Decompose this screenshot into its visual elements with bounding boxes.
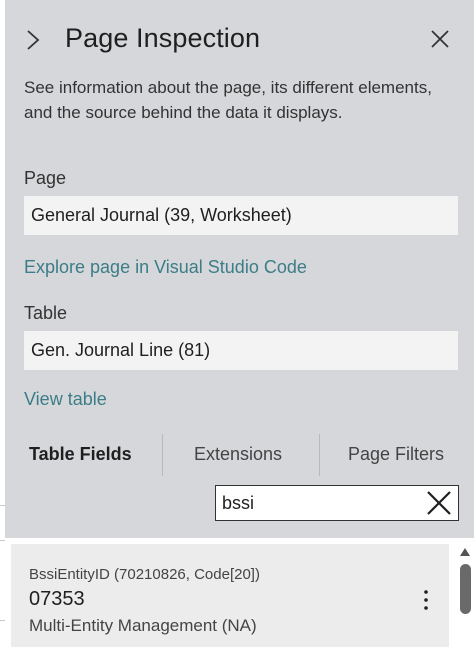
- panel-description: See information about the page, its diff…: [24, 78, 432, 122]
- panel-header: Page Inspection: [5, 14, 474, 64]
- close-icon[interactable]: [429, 28, 451, 50]
- tab-extensions[interactable]: Extensions: [194, 432, 282, 478]
- field-source: Multi-Entity Management (NA): [29, 616, 257, 635]
- table-value: Gen. Journal Line (81): [24, 331, 458, 370]
- panel-title: Page Inspection: [65, 23, 261, 53]
- tab-page-filters[interactable]: Page Filters: [348, 432, 444, 478]
- table-section-label: Table: [24, 303, 68, 323]
- tab-divider: [162, 434, 163, 476]
- more-options-icon[interactable]: [419, 588, 433, 612]
- field-list: BssiEntityID (70210826, Code[20]) 07353 …: [5, 538, 474, 647]
- page-value: General Journal (39, Worksheet): [24, 196, 458, 235]
- list-item[interactable]: BssiEntityID (70210826, Code[20]) 07353 …: [11, 544, 449, 647]
- inspection-tabs: Table Fields Extensions Page Filters: [5, 432, 474, 478]
- tab-table-fields[interactable]: Table Fields: [29, 432, 132, 478]
- chevron-right-icon[interactable]: [25, 28, 41, 52]
- field-value: 07353: [29, 588, 85, 610]
- explore-in-vscode-link[interactable]: Explore page in Visual Studio Code: [24, 257, 307, 278]
- search-input[interactable]: [222, 490, 412, 516]
- page-section-label: Page: [24, 168, 67, 188]
- view-table-link[interactable]: View table: [24, 389, 107, 410]
- scroll-up-arrow-icon[interactable]: [459, 547, 471, 557]
- scrollbar-thumb[interactable]: [460, 564, 471, 614]
- page-inspection-panel: Page Inspection See information about th…: [5, 0, 474, 647]
- tab-divider: [319, 434, 320, 476]
- field-search-box: [215, 485, 459, 521]
- field-name: BssiEntityID (70210826, Code[20]): [29, 566, 260, 583]
- clear-search-icon[interactable]: [426, 490, 452, 516]
